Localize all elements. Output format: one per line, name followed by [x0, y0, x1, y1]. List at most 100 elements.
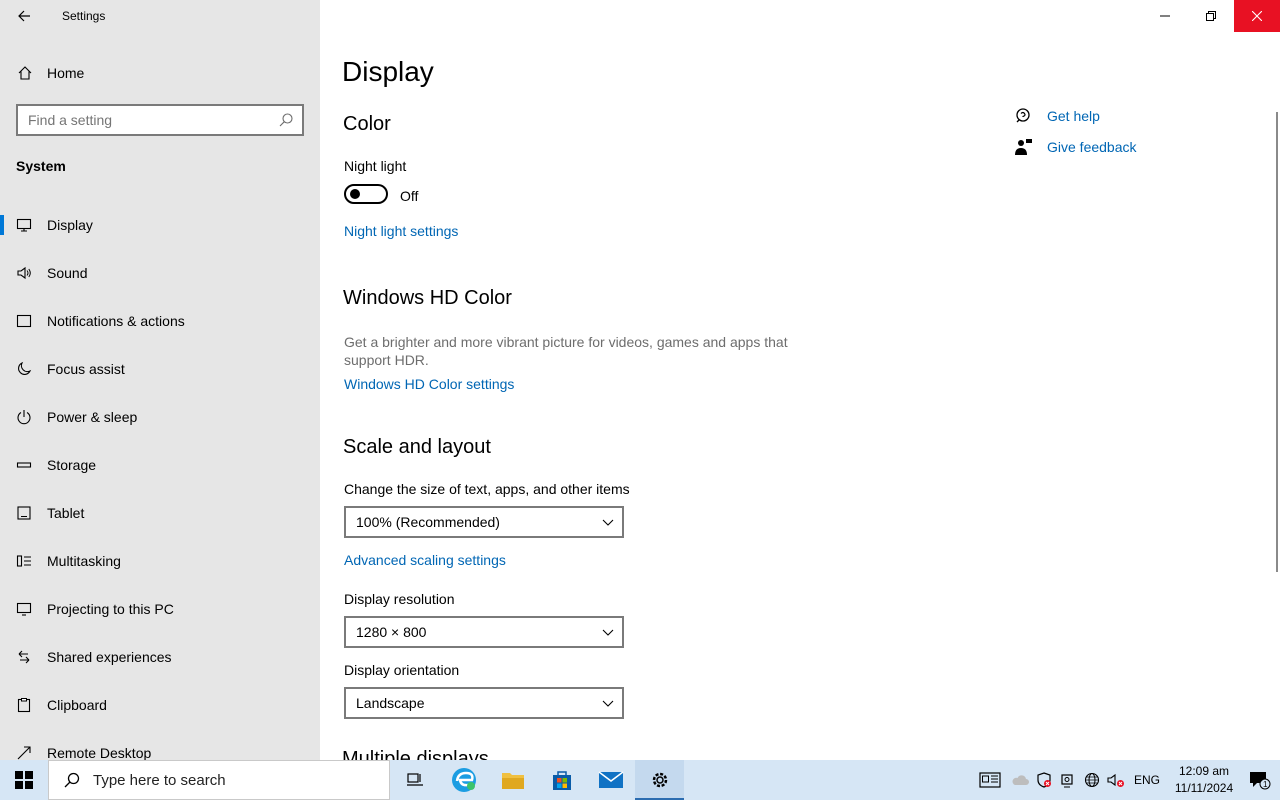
taskbar-search-box[interactable]: Type here to search [48, 760, 390, 800]
main-content: Display Color Night light Off Night ligh… [320, 0, 1280, 760]
sidebar-item-shared-experiences[interactable]: Shared experiences [0, 633, 320, 681]
back-arrow-icon [18, 10, 30, 22]
feedback-person-icon [1014, 138, 1032, 156]
night-light-toggle[interactable] [344, 184, 388, 204]
give-feedback-label: Give feedback [1047, 138, 1137, 155]
scale-layout-heading: Scale and layout [343, 436, 491, 458]
sidebar-item-power-sleep[interactable]: Power & sleep [0, 393, 320, 441]
give-feedback-link[interactable]: Give feedback [1014, 131, 1137, 162]
notification-center-icon: 1 [1250, 772, 1271, 790]
sidebar-item-remote-desktop[interactable]: Remote Desktop [0, 729, 320, 760]
meet-now-button[interactable] [1056, 760, 1080, 800]
sidebar-item-label: Sound [47, 265, 88, 281]
speaker-icon [16, 265, 32, 281]
volume-button[interactable] [1104, 760, 1128, 800]
scrollbar[interactable] [1276, 112, 1278, 572]
sidebar-item-label: Notifications & actions [47, 313, 185, 329]
folder-icon [501, 773, 524, 789]
hdr-heading: Windows HD Color [343, 287, 512, 309]
sidebar-item-label: Projecting to this PC [47, 601, 174, 617]
find-setting-search [16, 104, 304, 136]
news-icon [979, 772, 1001, 788]
storage-icon [16, 457, 32, 473]
home-icon [17, 65, 33, 81]
windows-logo-icon [15, 771, 33, 789]
resolution-dropdown[interactable]: 1280 × 800 [344, 616, 624, 648]
night-light-settings-link[interactable]: Night light settings [344, 223, 458, 239]
scale-dropdown[interactable]: 100% (Recommended) [344, 506, 624, 538]
power-icon [16, 409, 32, 425]
section-label-system: System [16, 158, 66, 174]
microsoft-store-button[interactable] [537, 760, 586, 800]
hdr-description: Get a brighter and more vibrant picture … [344, 334, 788, 368]
search-icon [64, 772, 80, 788]
chevron-down-icon [602, 629, 614, 636]
edge-icon [451, 768, 476, 792]
page-title: Display [342, 56, 434, 87]
sidebar-item-display[interactable]: Display [0, 201, 320, 249]
sidebar-item-sound[interactable]: Sound [0, 249, 320, 297]
orientation-label: Display orientation [344, 662, 460, 678]
onedrive-button[interactable] [1008, 760, 1032, 800]
night-light-label: Night light [344, 158, 407, 174]
monitor-icon [16, 217, 32, 233]
chevron-down-icon [602, 519, 614, 526]
orientation-dropdown[interactable]: Landscape [344, 687, 624, 719]
sidebar-item-projecting[interactable]: Projecting to this PC [0, 585, 320, 633]
security-button[interactable] [1032, 760, 1056, 800]
home-label: Home [47, 65, 85, 81]
action-center-button[interactable]: 1 [1240, 760, 1280, 800]
volume-muted-icon [1107, 773, 1124, 787]
resolution-label: Display resolution [344, 591, 455, 607]
taskbar: Type here to search ENG 12:09 am 11/11/2… [0, 760, 1280, 800]
sidebar-item-tablet[interactable]: Tablet [0, 489, 320, 537]
search-icon[interactable] [278, 112, 294, 128]
settings-taskbar-button[interactable] [635, 760, 684, 800]
mail-button[interactable] [586, 760, 635, 800]
tablet-icon [16, 505, 32, 521]
close-button[interactable] [1234, 0, 1280, 32]
sidebar-item-notifications[interactable]: Notifications & actions [0, 297, 320, 345]
taskbar-search-placeholder: Type here to search [93, 771, 226, 789]
sidebar: Settings Home System Display Sound Notif… [0, 0, 320, 760]
news-widget-button[interactable] [972, 760, 1008, 800]
start-button[interactable] [0, 760, 48, 800]
task-view-icon [406, 773, 423, 786]
minimize-button[interactable] [1142, 0, 1188, 32]
help-chat-icon [1014, 107, 1032, 125]
sidebar-item-label: Power & sleep [47, 409, 138, 425]
toggle-knob [350, 189, 360, 199]
notification-count: 1 [1263, 780, 1268, 789]
input-language[interactable]: ENG [1134, 773, 1160, 787]
chevron-down-icon [602, 700, 614, 707]
sidebar-item-label: Storage [47, 457, 97, 473]
restore-button[interactable] [1188, 0, 1234, 32]
projecting-icon [16, 601, 32, 617]
restore-icon [1206, 11, 1216, 21]
multiple-displays-heading: Multiple displays [342, 748, 489, 760]
sidebar-item-label: Multitasking [47, 553, 121, 569]
close-icon [1252, 11, 1262, 21]
edge-browser-button[interactable] [439, 760, 488, 800]
sidebar-item-storage[interactable]: Storage [0, 441, 320, 489]
network-button[interactable] [1080, 760, 1104, 800]
advanced-scaling-link[interactable]: Advanced scaling settings [344, 552, 506, 568]
task-view-button[interactable] [390, 760, 439, 800]
hd-color-settings-link[interactable]: Windows HD Color settings [344, 376, 514, 392]
sidebar-item-label: Remote Desktop [47, 745, 152, 760]
sidebar-item-multitasking[interactable]: Multitasking [0, 537, 320, 585]
titlebar-left: Settings [0, 0, 320, 32]
get-help-label: Get help [1047, 107, 1100, 124]
shared-icon [16, 649, 32, 665]
sidebar-item-clipboard[interactable]: Clipboard [0, 681, 320, 729]
find-setting-input[interactable] [18, 106, 268, 134]
sidebar-item-focus-assist[interactable]: Focus assist [0, 345, 320, 393]
file-explorer-button[interactable] [488, 760, 537, 800]
resolution-value: 1280 × 800 [356, 624, 427, 640]
cloud-icon [1012, 775, 1029, 785]
sidebar-item-label: Clipboard [47, 697, 107, 713]
clock[interactable]: 12:09 am 11/11/2024 [1168, 763, 1240, 797]
get-help-link[interactable]: Get help [1014, 100, 1137, 131]
home-link[interactable]: Home [0, 56, 320, 90]
back-button[interactable] [0, 0, 48, 32]
